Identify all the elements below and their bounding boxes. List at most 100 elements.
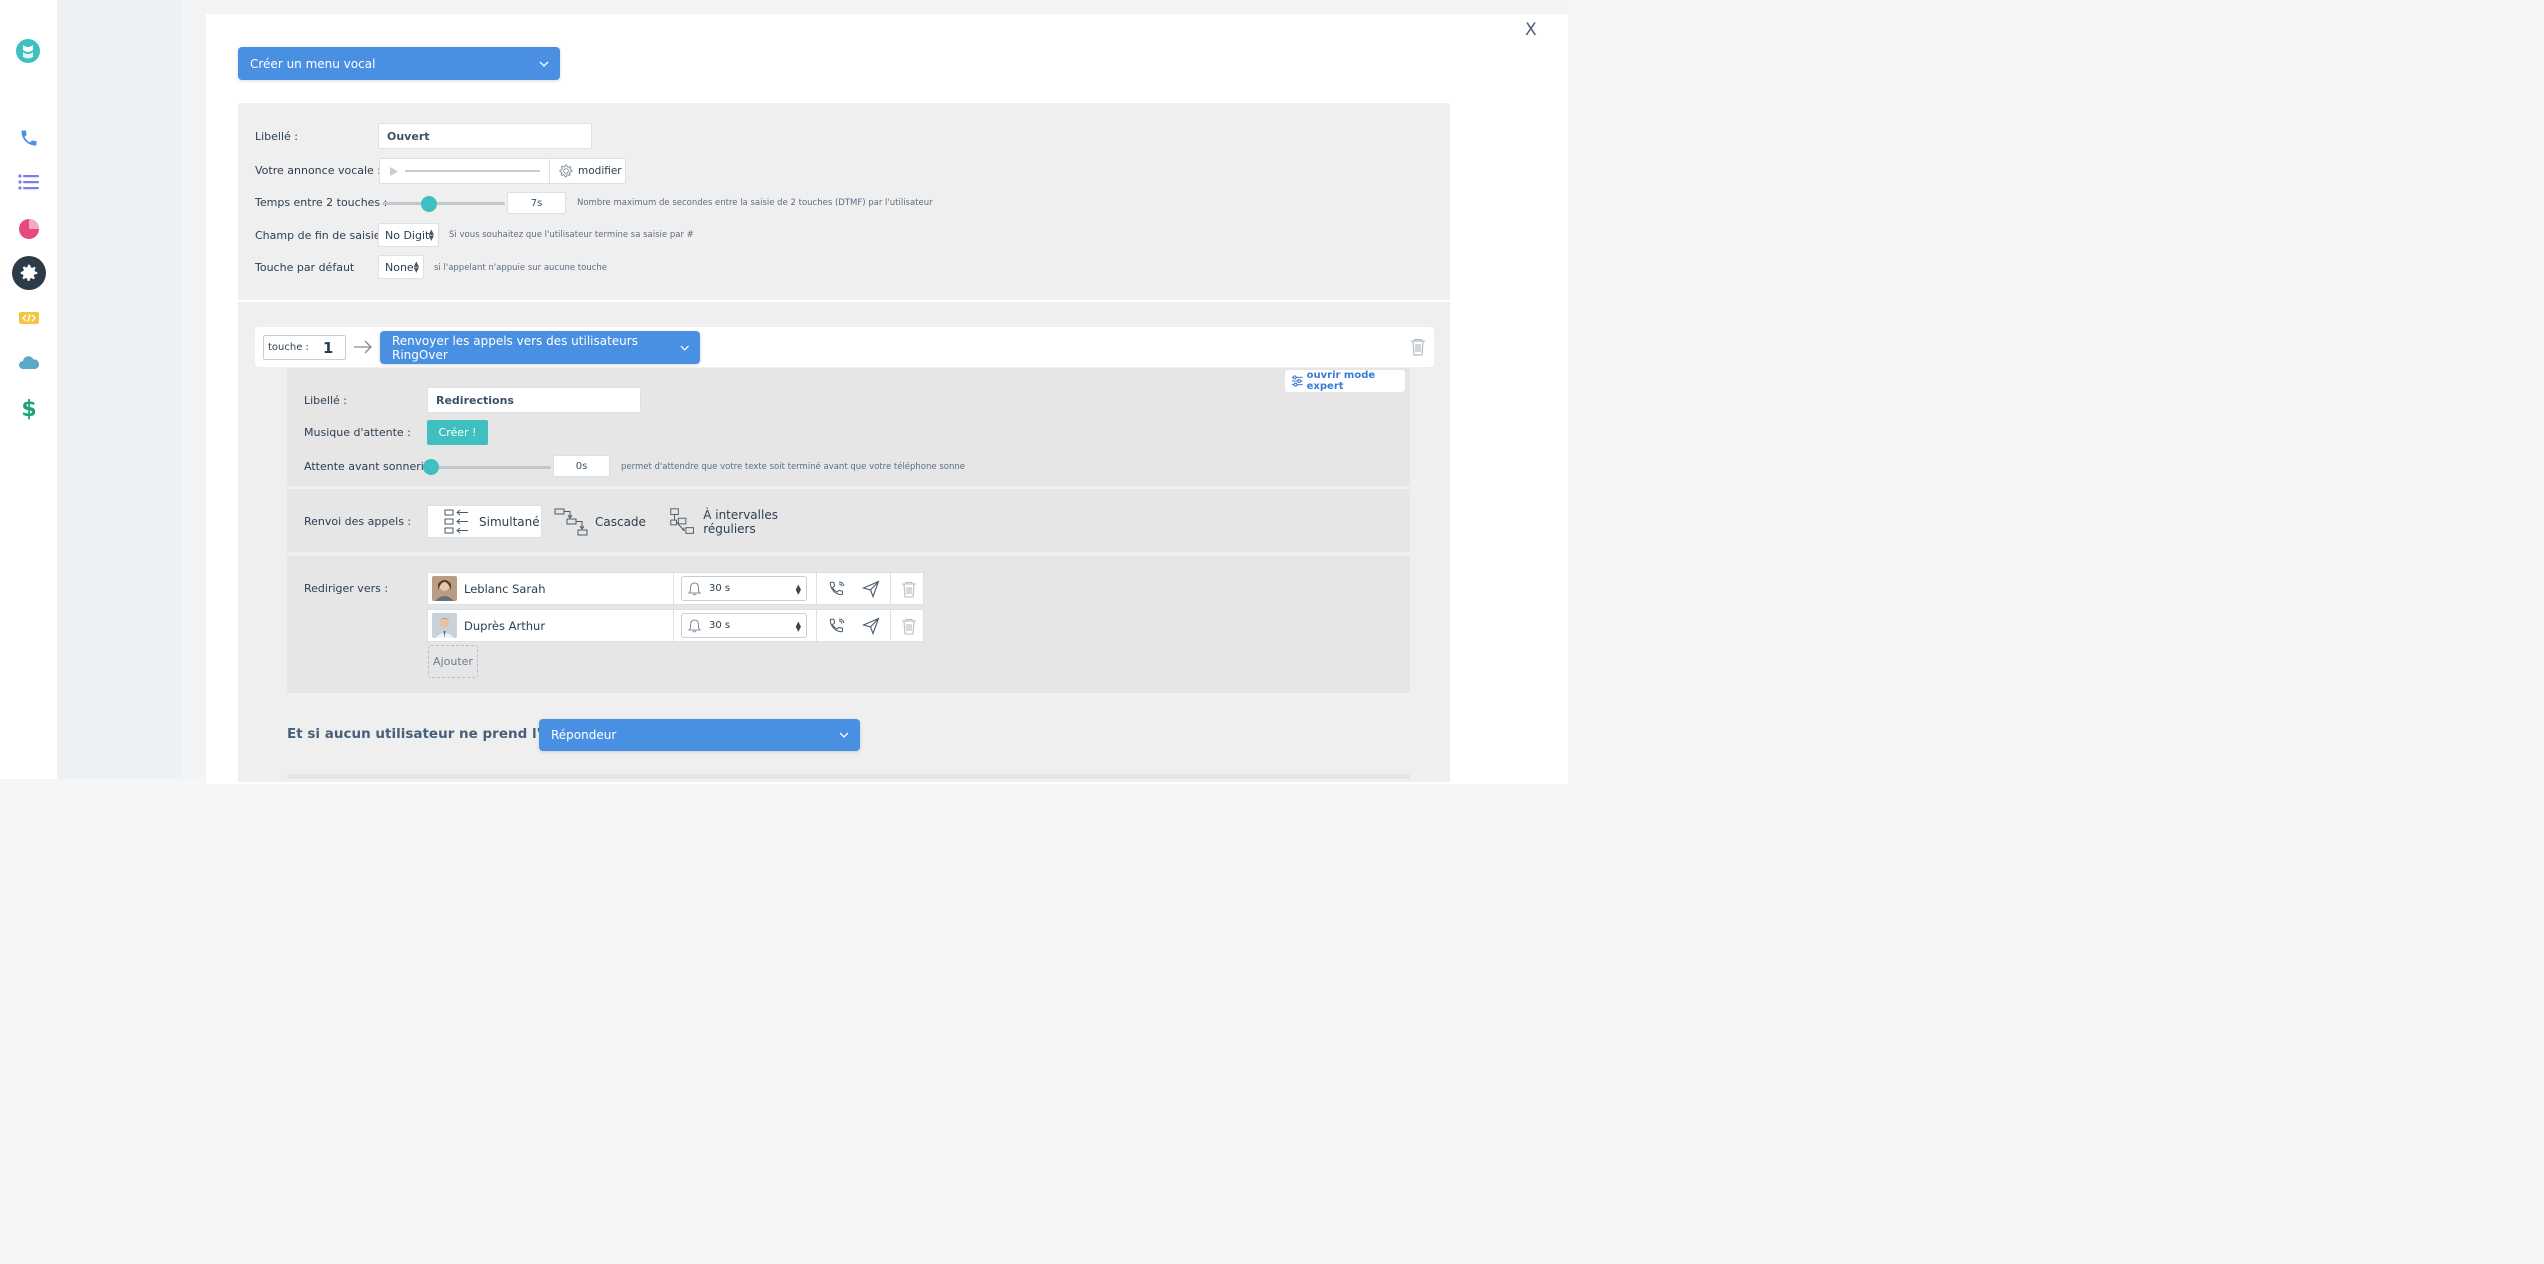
touche-defaut-hint: si l'appelant n'appuie sur aucune touche bbox=[434, 263, 608, 273]
sidebar-item-calls[interactable] bbox=[12, 121, 46, 155]
trash-icon[interactable] bbox=[900, 617, 918, 635]
touche-defaut-select[interactable]: None ▲ ▼ bbox=[378, 255, 424, 279]
trash-icon[interactable] bbox=[1410, 338, 1426, 356]
user-name: Duprès Arthur bbox=[464, 619, 546, 633]
menu-type-value: Créer un menu vocal bbox=[250, 56, 376, 71]
dollar-icon: $ bbox=[21, 397, 36, 420]
ringover-logo-icon bbox=[16, 39, 40, 63]
key-action-select[interactable]: Renvoyer les appels vers des utilisateur… bbox=[380, 331, 700, 364]
next-panel-edge bbox=[287, 774, 1410, 779]
sidebar-item-cloud[interactable] bbox=[12, 346, 46, 380]
send-icon[interactable] bbox=[862, 580, 880, 598]
chevron-down-icon bbox=[839, 732, 849, 738]
code-icon bbox=[19, 312, 39, 324]
close-button[interactable]: X bbox=[1525, 20, 1537, 40]
send-icon[interactable] bbox=[862, 617, 880, 635]
play-icon[interactable] bbox=[389, 166, 399, 177]
arrow-right-icon bbox=[354, 340, 372, 354]
menu-type-select[interactable]: Créer un menu vocal bbox=[238, 47, 560, 80]
touche-defaut-label: Touche par défaut bbox=[255, 261, 355, 274]
sidebar-item-list[interactable] bbox=[12, 165, 46, 199]
page-backdrop bbox=[58, 0, 182, 779]
create-music-button[interactable]: Créer ! bbox=[427, 420, 488, 445]
key-action-value: Renvoyer les appels vers des utilisateur… bbox=[392, 333, 638, 362]
avatar bbox=[432, 576, 457, 601]
fallback-value: Répondeur bbox=[551, 728, 617, 742]
select-arrows-icon: ▲ ▼ bbox=[428, 228, 434, 242]
redirect-user-row: Duprès Arthur 30 s ▲ ▼ bbox=[427, 609, 924, 642]
gear-icon bbox=[559, 164, 573, 178]
sidebar-item-settings[interactable] bbox=[12, 256, 46, 290]
attente-slider-knob[interactable] bbox=[423, 459, 439, 475]
audio-progress-bar[interactable] bbox=[405, 170, 540, 172]
key-number: 1 bbox=[322, 338, 334, 357]
sidebar-item-stats[interactable] bbox=[12, 212, 46, 246]
ring-duration-value: 30 s bbox=[709, 583, 731, 594]
mode-option-simultane[interactable]: Simultané bbox=[427, 505, 542, 538]
row-divider bbox=[890, 610, 891, 641]
temps-slider-knob[interactable] bbox=[420, 196, 437, 212]
key-number-input[interactable]: touche : 1 bbox=[263, 335, 346, 360]
sidebar-item-developer[interactable] bbox=[12, 301, 46, 335]
rediriger-label: Rediriger vers : bbox=[304, 582, 389, 595]
row-divider bbox=[816, 610, 817, 641]
bell-icon bbox=[688, 619, 701, 633]
key-label: touche : bbox=[268, 342, 309, 353]
mode-label: À intervalles réguliers bbox=[703, 507, 778, 536]
audio-player: modifier bbox=[379, 158, 626, 184]
fin-saisie-label: Champ de fin de saisie bbox=[255, 229, 381, 242]
musique-label: Musique d'attente : bbox=[304, 426, 411, 439]
select-arrows-icon: ▲ ▼ bbox=[795, 583, 801, 596]
redir-libelle-input[interactable]: Redirections bbox=[427, 387, 641, 413]
ring-duration-value: 30 s bbox=[709, 620, 731, 631]
select-arrows-icon: ▲ ▼ bbox=[795, 620, 801, 633]
sidebar-item-billing[interactable]: $ bbox=[12, 391, 46, 425]
temps-value-input[interactable]: 7s bbox=[507, 192, 566, 214]
redir-libelle-label: Libellé : bbox=[304, 394, 348, 407]
mode-label: Cascade bbox=[595, 514, 646, 529]
phone-forward-icon[interactable] bbox=[828, 617, 846, 635]
add-user-button[interactable]: Ajouter bbox=[428, 645, 478, 678]
pie-chart-icon bbox=[19, 219, 39, 239]
avatar bbox=[432, 613, 457, 638]
select-arrows-icon: ▲ ▼ bbox=[413, 260, 419, 274]
chevron-down-icon bbox=[539, 61, 549, 67]
cloud-icon bbox=[19, 356, 40, 369]
audio-divider bbox=[549, 159, 550, 183]
trash-icon[interactable] bbox=[900, 580, 918, 598]
intervals-icon bbox=[670, 507, 694, 534]
cascade-icon bbox=[554, 508, 588, 535]
annonce-label: Votre annonce vocale : bbox=[255, 164, 382, 177]
sliders-icon bbox=[1291, 375, 1303, 387]
ring-duration-select[interactable]: 30 s ▲ ▼ bbox=[681, 613, 807, 638]
libelle-label: Libellé : bbox=[255, 130, 299, 143]
libelle-input[interactable]: Ouvert bbox=[378, 123, 592, 149]
mode-option-intervalles[interactable]: À intervalles réguliers bbox=[667, 505, 827, 538]
attente-slider-track[interactable] bbox=[431, 466, 551, 469]
expert-mode-button[interactable]: ouvrir mode expert bbox=[1285, 370, 1405, 392]
attente-label: Attente avant sonnerie bbox=[304, 460, 431, 473]
gear-icon bbox=[20, 264, 38, 281]
phone-icon bbox=[21, 130, 37, 146]
fallback-select[interactable]: Répondeur bbox=[539, 719, 860, 751]
redirect-user-row: Leblanc Sarah 30 s ▲ ▼ bbox=[427, 572, 924, 605]
simultaneous-icon bbox=[444, 509, 468, 533]
phone-forward-icon[interactable] bbox=[828, 580, 846, 598]
row-divider bbox=[673, 610, 674, 641]
ring-duration-select[interactable]: 30 s ▲ ▼ bbox=[681, 576, 807, 601]
mode-option-cascade[interactable]: Cascade bbox=[554, 505, 654, 538]
fin-saisie-select[interactable]: No Digit ▲ ▼ bbox=[378, 223, 439, 247]
fin-saisie-hint: Si vous souhaitez que l'utilisateur term… bbox=[449, 230, 694, 240]
row-divider bbox=[890, 573, 891, 604]
svg-text:$: $ bbox=[21, 397, 36, 420]
attente-value-input[interactable]: 0s bbox=[553, 455, 610, 477]
mode-label: Simultané bbox=[479, 514, 540, 529]
touche-defaut-value: None bbox=[385, 260, 414, 274]
row-divider bbox=[816, 573, 817, 604]
attente-hint: permet d'attendre que votre texte soit t… bbox=[621, 462, 965, 472]
modifier-button[interactable]: modifier bbox=[558, 163, 622, 179]
modifier-label: modifier bbox=[578, 165, 622, 177]
list-icon bbox=[18, 174, 39, 190]
temps-slider-track[interactable] bbox=[382, 202, 505, 205]
fin-saisie-value: No Digit bbox=[385, 228, 430, 242]
